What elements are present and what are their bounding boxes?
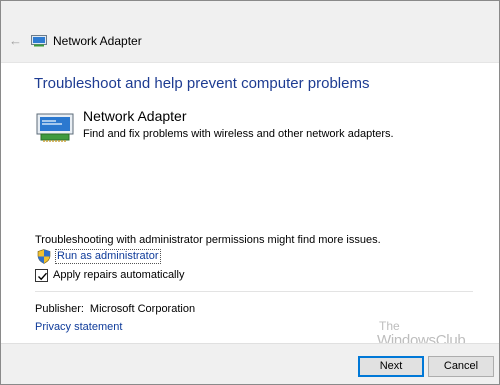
privacy-statement-link[interactable]: Privacy statement — [35, 321, 122, 333]
divider — [35, 291, 473, 292]
checkmark-icon — [38, 272, 48, 281]
footer-bar — [1, 343, 499, 384]
apply-repairs-checkbox[interactable] — [35, 269, 48, 282]
back-arrow-icon[interactable]: ← — [9, 34, 23, 48]
publisher-value: Microsoft Corporation — [89, 303, 196, 315]
watermark-line1: The — [379, 319, 400, 333]
publisher-info: Publisher: Microsoft Corporation — [35, 303, 195, 315]
page-heading: Troubleshoot and help prevent computer p… — [34, 75, 370, 92]
next-button[interactable]: Next — [358, 356, 424, 377]
publisher-label: Publisher: — [35, 303, 84, 315]
apply-repairs-label[interactable]: Apply repairs automatically — [53, 269, 184, 281]
admin-note-text: Troubleshooting with administrator permi… — [35, 234, 381, 246]
network-adapter-small-icon — [31, 35, 47, 47]
uac-shield-icon — [37, 249, 51, 264]
network-adapter-icon — [36, 113, 74, 142]
title-bar: ← Network Adapter — [1, 1, 499, 63]
troubleshooter-window: ← Network Adapter Troubleshoot and help … — [0, 0, 500, 385]
troubleshooter-item-description: Find and fix problems with wireless and … — [83, 128, 394, 140]
troubleshooter-item-title: Network Adapter — [83, 108, 187, 124]
window-title: Network Adapter — [53, 34, 142, 48]
cancel-button[interactable]: Cancel — [428, 356, 494, 377]
run-as-administrator-link[interactable]: Run as administrator — [55, 249, 161, 264]
